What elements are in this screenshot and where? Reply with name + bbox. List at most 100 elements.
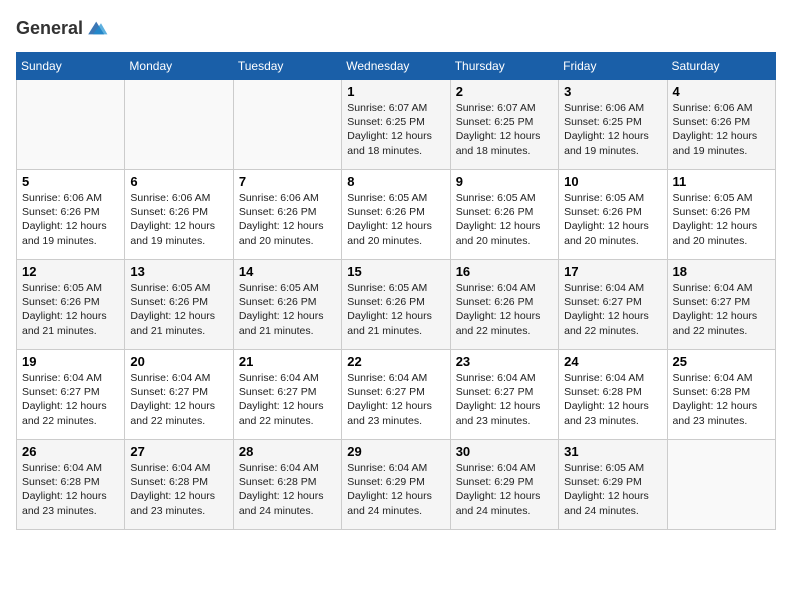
day-number: 30 [456,444,553,459]
cell-details: Sunrise: 6:05 AM Sunset: 6:26 PM Dayligh… [456,191,553,248]
calendar-cell: 6 Sunrise: 6:06 AM Sunset: 6:26 PM Daylig… [125,170,233,260]
cell-details: Sunrise: 6:06 AM Sunset: 6:26 PM Dayligh… [673,101,770,158]
cell-details: Sunrise: 6:07 AM Sunset: 6:25 PM Dayligh… [347,101,444,158]
calendar-cell: 28 Sunrise: 6:04 AM Sunset: 6:28 PM Dayli… [233,440,341,530]
day-number: 3 [564,84,661,99]
calendar-cell: 13 Sunrise: 6:05 AM Sunset: 6:26 PM Dayli… [125,260,233,350]
calendar-cell [233,80,341,170]
calendar-cell: 10Sunrise: 6:05 AM Sunset: 6:26 PM Dayli… [559,170,667,260]
calendar-cell: 16 Sunrise: 6:04 AM Sunset: 6:26 PM Dayli… [450,260,558,350]
cell-details: Sunrise: 6:04 AM Sunset: 6:28 PM Dayligh… [22,461,119,518]
cell-details: Sunrise: 6:04 AM Sunset: 6:28 PM Dayligh… [673,371,770,428]
cell-details: Sunrise: 6:04 AM Sunset: 6:29 PM Dayligh… [456,461,553,518]
day-number: 12 [22,264,119,279]
day-number: 15 [347,264,444,279]
day-number: 29 [347,444,444,459]
cell-details: Sunrise: 6:04 AM Sunset: 6:28 PM Dayligh… [564,371,661,428]
logo-general: General [16,18,83,39]
day-number: 23 [456,354,553,369]
day-number: 25 [673,354,770,369]
calendar-cell: 5 Sunrise: 6:06 AM Sunset: 6:26 PM Daylig… [17,170,125,260]
calendar-cell: 11 Sunrise: 6:05 AM Sunset: 6:26 PM Dayli… [667,170,775,260]
calendar-cell: 3 Sunrise: 6:06 AM Sunset: 6:25 PM Daylig… [559,80,667,170]
cell-details: Sunrise: 6:05 AM Sunset: 6:26 PM Dayligh… [239,281,336,338]
day-number: 16 [456,264,553,279]
day-number: 19 [22,354,119,369]
weekday-header: Friday [559,53,667,80]
calendar-cell: 7 Sunrise: 6:06 AM Sunset: 6:26 PM Daylig… [233,170,341,260]
cell-details: Sunrise: 6:05 AM Sunset: 6:29 PM Dayligh… [564,461,661,518]
calendar-cell: 29 Sunrise: 6:04 AM Sunset: 6:29 PM Dayli… [342,440,450,530]
cell-details: Sunrise: 6:04 AM Sunset: 6:28 PM Dayligh… [239,461,336,518]
cell-details: Sunrise: 6:04 AM Sunset: 6:29 PM Dayligh… [347,461,444,518]
cell-details: Sunrise: 6:04 AM Sunset: 6:27 PM Dayligh… [564,281,661,338]
day-number: 26 [22,444,119,459]
calendar-cell: 26 Sunrise: 6:04 AM Sunset: 6:28 PM Dayli… [17,440,125,530]
weekday-header: Wednesday [342,53,450,80]
calendar-cell: 24 Sunrise: 6:04 AM Sunset: 6:28 PM Dayli… [559,350,667,440]
cell-details: Sunrise: 6:04 AM Sunset: 6:27 PM Dayligh… [130,371,227,428]
day-number: 6 [130,174,227,189]
cell-details: Sunrise: 6:05 AM Sunset: 6:26 PM Dayligh… [347,191,444,248]
day-number: 7 [239,174,336,189]
cell-details: Sunrise: 6:04 AM Sunset: 6:27 PM Dayligh… [22,371,119,428]
cell-details: Sunrise: 6:06 AM Sunset: 6:26 PM Dayligh… [22,191,119,248]
calendar-cell [17,80,125,170]
day-number: 2 [456,84,553,99]
cell-details: Sunrise: 6:04 AM Sunset: 6:27 PM Dayligh… [673,281,770,338]
calendar-cell: 9 Sunrise: 6:05 AM Sunset: 6:26 PM Daylig… [450,170,558,260]
cell-details: Sunrise: 6:05 AM Sunset: 6:26 PM Dayligh… [673,191,770,248]
calendar-cell: 30 Sunrise: 6:04 AM Sunset: 6:29 PM Dayli… [450,440,558,530]
day-number: 13 [130,264,227,279]
logo: General [16,16,109,40]
day-number: 28 [239,444,336,459]
day-number: 22 [347,354,444,369]
weekday-header: Tuesday [233,53,341,80]
weekday-header: Saturday [667,53,775,80]
cell-details: Sunrise: 6:05 AM Sunset: 6:26 PM Dayligh… [22,281,119,338]
cell-details: Sunrise: 6:07 AM Sunset: 6:25 PM Dayligh… [456,101,553,158]
calendar-cell: 27Sunrise: 6:04 AM Sunset: 6:28 PM Dayli… [125,440,233,530]
weekday-header: Sunday [17,53,125,80]
cell-details: Sunrise: 6:06 AM Sunset: 6:26 PM Dayligh… [130,191,227,248]
calendar-cell: 17 Sunrise: 6:04 AM Sunset: 6:27 PM Dayli… [559,260,667,350]
day-number: 8 [347,174,444,189]
calendar-cell [667,440,775,530]
cell-details: Sunrise: 6:04 AM Sunset: 6:27 PM Dayligh… [239,371,336,428]
day-number: 24 [564,354,661,369]
calendar-cell [125,80,233,170]
day-number: 11 [673,174,770,189]
cell-details: Sunrise: 6:04 AM Sunset: 6:27 PM Dayligh… [456,371,553,428]
day-number: 10 [564,174,661,189]
weekday-header: Monday [125,53,233,80]
calendar-cell: 18 Sunrise: 6:04 AM Sunset: 6:27 PM Dayli… [667,260,775,350]
day-number: 4 [673,84,770,99]
weekday-header: Thursday [450,53,558,80]
cell-details: Sunrise: 6:04 AM Sunset: 6:27 PM Dayligh… [347,371,444,428]
day-number: 27 [130,444,227,459]
calendar-header: SundayMondayTuesdayWednesdayThursdayFrid… [17,53,776,80]
calendar-cell: 23 Sunrise: 6:04 AM Sunset: 6:27 PM Dayli… [450,350,558,440]
logo-icon [85,16,109,40]
calendar-cell: 8 Sunrise: 6:05 AM Sunset: 6:26 PM Daylig… [342,170,450,260]
calendar-cell: 22 Sunrise: 6:04 AM Sunset: 6:27 PM Dayli… [342,350,450,440]
calendar-table: SundayMondayTuesdayWednesdayThursdayFrid… [16,52,776,530]
cell-details: Sunrise: 6:05 AM Sunset: 6:26 PM Dayligh… [130,281,227,338]
day-number: 5 [22,174,119,189]
calendar-cell: 19 Sunrise: 6:04 AM Sunset: 6:27 PM Dayli… [17,350,125,440]
day-number: 14 [239,264,336,279]
cell-details: Sunrise: 6:06 AM Sunset: 6:26 PM Dayligh… [239,191,336,248]
day-number: 31 [564,444,661,459]
page-header: General [16,16,776,40]
day-number: 1 [347,84,444,99]
calendar-cell: 4 Sunrise: 6:06 AM Sunset: 6:26 PM Daylig… [667,80,775,170]
cell-details: Sunrise: 6:04 AM Sunset: 6:26 PM Dayligh… [456,281,553,338]
calendar-cell: 31 Sunrise: 6:05 AM Sunset: 6:29 PM Dayli… [559,440,667,530]
day-number: 21 [239,354,336,369]
calendar-cell: 21 Sunrise: 6:04 AM Sunset: 6:27 PM Dayli… [233,350,341,440]
day-number: 17 [564,264,661,279]
cell-details: Sunrise: 6:06 AM Sunset: 6:25 PM Dayligh… [564,101,661,158]
day-number: 9 [456,174,553,189]
calendar-cell: 20Sunrise: 6:04 AM Sunset: 6:27 PM Dayli… [125,350,233,440]
day-number: 18 [673,264,770,279]
